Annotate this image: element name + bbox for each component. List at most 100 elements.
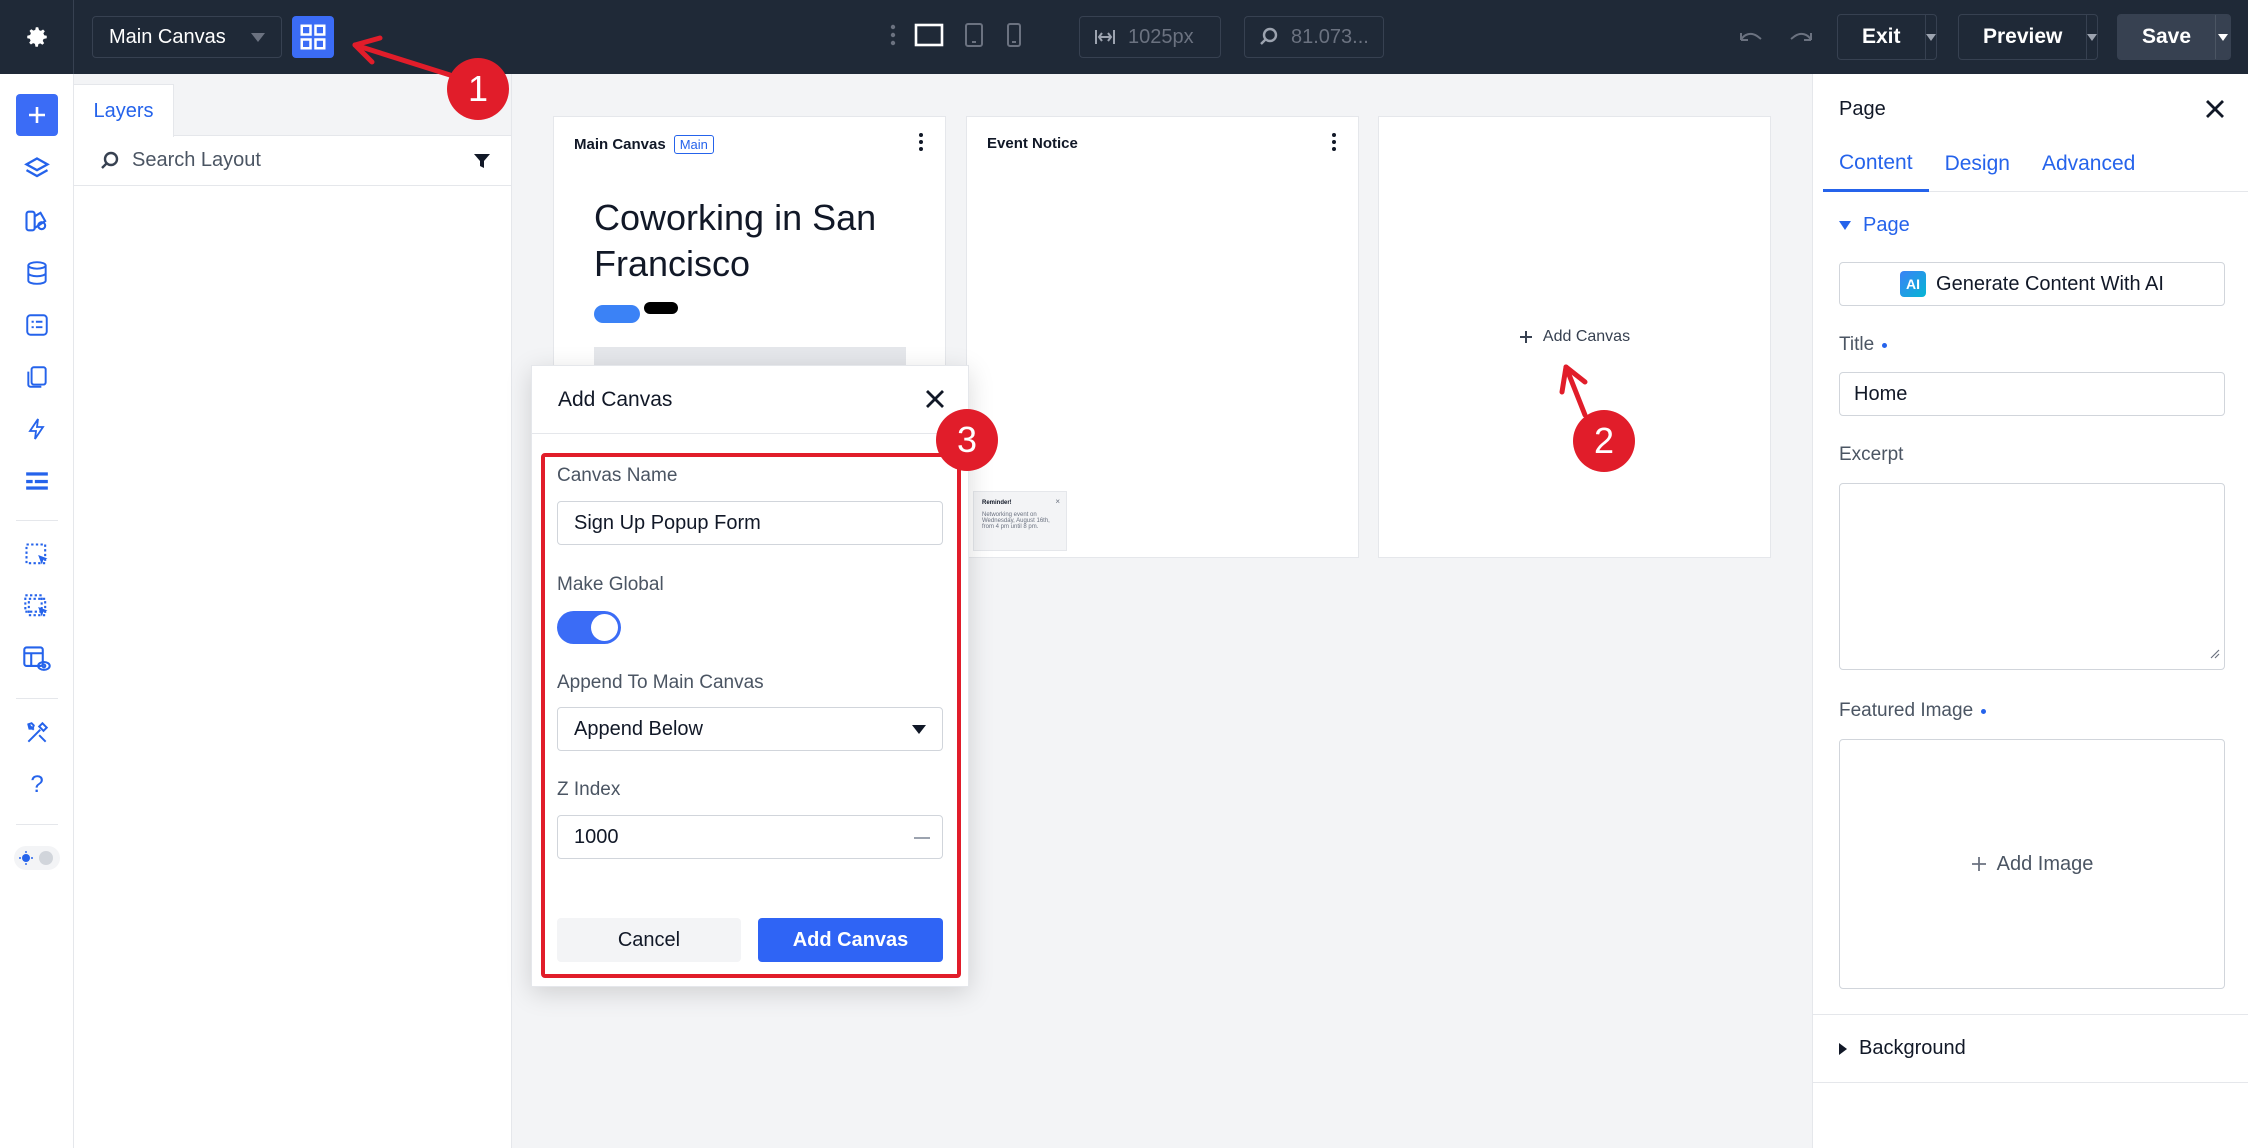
make-global-label: Make Global (557, 574, 664, 595)
multi-canvas-cursor-icon[interactable] (22, 592, 52, 622)
featured-image-label-text: Featured Image (1839, 700, 1974, 721)
help-question-icon[interactable]: ? (22, 770, 52, 800)
settings-gear-icon[interactable] (0, 0, 74, 74)
make-global-toggle[interactable] (557, 611, 621, 644)
preview-button[interactable]: Preview (1958, 14, 2098, 60)
tab-layers[interactable]: Layers (74, 84, 174, 137)
canvas-name-label: Canvas Name (557, 465, 678, 486)
close-icon[interactable] (2204, 98, 2226, 125)
chevron-down-icon (251, 33, 265, 42)
design-kit-icon[interactable] (22, 206, 52, 236)
add-canvas-card[interactable]: Add Canvas (1378, 116, 1771, 558)
filter-icon[interactable] (473, 152, 491, 176)
template-lines-icon[interactable] (22, 466, 52, 496)
event-notice-title: Event Notice (987, 135, 1078, 152)
tab-content[interactable]: Content (1823, 136, 1929, 192)
redo-icon[interactable] (1788, 26, 1814, 53)
add-canvas-label: Add Canvas (1542, 328, 1631, 345)
main-canvas-title: Main Canvas Main (574, 135, 714, 154)
exit-button[interactable]: Exit (1837, 14, 1937, 60)
database-icon[interactable] (22, 258, 52, 288)
close-icon[interactable] (924, 388, 946, 416)
caret-right-icon (1839, 1042, 1847, 1055)
ai-badge-icon: AI (1900, 271, 1927, 297)
annotation-callout-2: 2 (1573, 410, 1635, 472)
layout-preview-icon[interactable] (22, 644, 52, 674)
tools-icon[interactable] (22, 718, 52, 748)
pages-icon[interactable] (22, 362, 52, 392)
save-button[interactable]: Save (2117, 14, 2231, 60)
event-notice-kebab-icon[interactable] (1332, 133, 1336, 151)
canvas-width-field[interactable]: 1025px (1079, 16, 1221, 58)
canvas-select-cursor-icon[interactable] (22, 540, 52, 570)
caret-down-icon (1839, 221, 1851, 230)
tab-design[interactable]: Design (1929, 136, 2026, 192)
event-notice-preview-title: Reminder! (982, 500, 1012, 506)
device-switcher (890, 16, 1024, 58)
caret-down-icon (912, 725, 926, 734)
zindex-label: Z Index (557, 779, 621, 800)
modal-title: Add Canvas (558, 387, 673, 411)
featured-image-dropzone[interactable]: Add Image (1839, 739, 2225, 989)
tablet-icon[interactable] (962, 22, 986, 53)
plus-icon (1519, 331, 1532, 343)
width-arrows-icon (1095, 30, 1115, 44)
zindex-value: 1000 (574, 825, 619, 848)
layers-search[interactable]: Search Layout (74, 136, 511, 186)
save-dropdown-chevron-icon[interactable] (2215, 15, 2230, 59)
modified-dot-icon (1882, 342, 1888, 348)
add-canvas-button[interactable]: Add Canvas (758, 918, 943, 962)
canvas-select[interactable]: Main Canvas (92, 16, 282, 58)
canvas-name-input[interactable]: Sign Up Popup Form (557, 501, 943, 545)
toggle-knob (591, 614, 618, 641)
zoom-value: 81.073... (1291, 25, 1369, 48)
add-element-plus-icon[interactable] (16, 94, 58, 136)
add-image-label: Add Image (1996, 852, 2094, 875)
main-badge: Main (673, 135, 714, 154)
hero-image-placeholder (594, 347, 906, 367)
plus-icon (1971, 857, 1986, 871)
lightning-icon[interactable] (22, 414, 52, 444)
top-toolbar: Main Canvas 1025px 81.073... Exit Previe… (0, 0, 2248, 74)
generate-ai-button[interactable]: AI Generate Content With AI (1839, 262, 2225, 306)
excerpt-textarea[interactable] (1839, 483, 2225, 670)
append-label: Append To Main Canvas (557, 672, 764, 693)
undo-icon[interactable] (1738, 26, 1764, 53)
zindex-input[interactable]: 1000 (557, 815, 943, 859)
main-canvas-kebab-icon[interactable] (919, 133, 923, 151)
title-label: Title (1839, 334, 1888, 356)
search-input[interactable]: Search Layout (132, 149, 261, 172)
exit-dropdown-chevron-icon[interactable] (1924, 15, 1936, 59)
add-canvas-link[interactable]: Add Canvas (1379, 117, 1770, 557)
cancel-button[interactable]: Cancel (557, 918, 741, 962)
section-page-toggle[interactable]: Page (1839, 214, 1910, 237)
modal-header: Add Canvas (532, 366, 968, 434)
section-background-toggle[interactable]: Background (1839, 1037, 1966, 1060)
more-vertical-icon[interactable] (890, 23, 896, 52)
theme-toggle[interactable] (14, 846, 60, 870)
canvas-width-value: 1025px (1128, 25, 1194, 48)
tab-advanced[interactable]: Advanced (2026, 136, 2151, 192)
section-background-label: Background (1859, 1037, 1966, 1059)
hero-button-pill-dark (644, 302, 678, 314)
page-settings-panel: Page Content Design Advanced Page AI Gen… (1812, 74, 2248, 1148)
main-canvas-title-text: Main Canvas (574, 136, 666, 153)
zoom-field[interactable]: 81.073... (1244, 16, 1384, 58)
panel-title: Page (1839, 98, 1886, 120)
forms-icon[interactable] (22, 310, 52, 340)
layers-icon[interactable] (22, 154, 52, 184)
stepper-dash-icon[interactable] (914, 837, 930, 839)
canvas-select-label: Main Canvas (109, 25, 226, 48)
phone-icon[interactable] (1004, 22, 1024, 53)
title-input[interactable]: Home (1839, 372, 2225, 416)
hero-heading: Coworking in San Francisco (594, 197, 877, 284)
desktop-icon[interactable] (914, 23, 944, 52)
canvas-grid-button[interactable] (292, 16, 334, 58)
grid-icon (300, 24, 326, 50)
append-select[interactable]: Append Below (557, 707, 943, 751)
resize-grip-icon[interactable] (2210, 642, 2220, 665)
hero-button-pill (594, 305, 640, 323)
annotation-callout-1: 1 (447, 58, 509, 120)
preview-dropdown-chevron-icon[interactable] (2086, 15, 2098, 59)
layers-panel: Layers Search Layout (74, 74, 512, 1148)
